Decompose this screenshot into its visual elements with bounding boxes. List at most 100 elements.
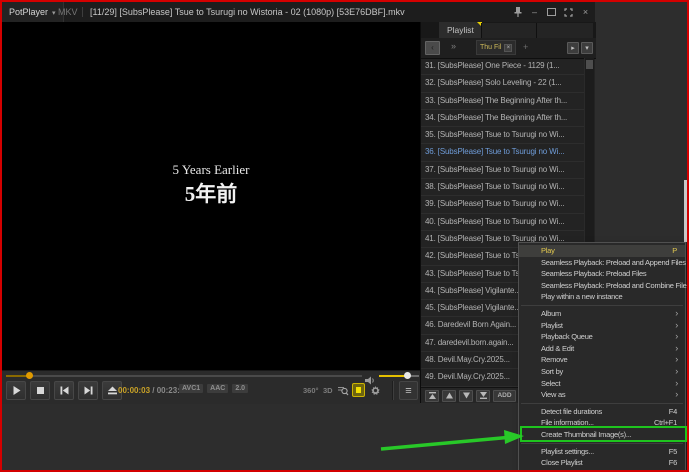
playlist-item[interactable]: 39. [SubsPlease] Tsue to Tsurugi no Wi..… — [421, 196, 584, 213]
menu-item[interactable]: Sort by — [519, 366, 685, 378]
menu-item-shortcut: F6 — [669, 457, 677, 469]
menu-item-label: Detect file durations — [541, 407, 602, 416]
playlist-dropdown-button[interactable]: ▾ — [581, 42, 593, 54]
tab-playlist[interactable]: Playlist — [439, 22, 482, 38]
eject-icon — [107, 385, 118, 396]
app-menu-button[interactable]: PotPlayer ▾ — [2, 2, 64, 22]
volume-handle[interactable] — [404, 372, 411, 379]
codec-badge: AAC — [207, 384, 228, 393]
close-tab-icon[interactable]: × — [504, 44, 512, 52]
menu-item-label: Remove — [541, 355, 567, 364]
menu-item-label: Add & Edit — [541, 344, 574, 353]
close-icon[interactable]: × — [580, 6, 591, 18]
menu-item[interactable]: View as — [519, 389, 685, 401]
video-360-button[interactable]: 360° — [303, 381, 319, 400]
menu-item-label: Seamless Playback: Preload and Combine F… — [541, 281, 689, 290]
menu-item-label: Seamless Playback: Preload Files — [541, 269, 646, 278]
menu-item[interactable]: Seamless Playback: Preload and Combine F… — [519, 280, 685, 292]
move-to-top-button[interactable] — [425, 390, 439, 402]
play-icon — [11, 385, 22, 396]
potplayer-window: PotPlayer▾ MKV [11/29] [SubsPlease] Tsue… — [2, 2, 595, 403]
add-tab-icon[interactable]: + — [523, 42, 528, 52]
menu-item[interactable]: Seamless Playback: Preload Files — [519, 268, 685, 280]
subtitle-search-button[interactable] — [337, 381, 349, 400]
menu-item-shortcut: P — [672, 245, 677, 257]
subtitle-line-en: 5 Years Earlier — [2, 162, 420, 178]
arrow-up-icon — [445, 391, 454, 400]
move-down-button[interactable] — [459, 390, 473, 402]
playlist-forward-button[interactable]: ▸ — [567, 42, 579, 54]
tab-slot-empty-2[interactable] — [536, 23, 593, 38]
menu-item[interactable]: Seamless Playback: Preload and Append Fi… — [519, 257, 685, 269]
menu-item-label: Close Playlist — [541, 458, 583, 467]
page-scrollbar-fragment[interactable] — [684, 180, 688, 242]
codec-badges: AVC1 AAC 2.0 — [179, 384, 248, 393]
menu-item-shortcut: F4 — [669, 406, 677, 418]
menu-item[interactable]: Playlist settings... F5 — [519, 446, 685, 458]
subtitle-line-jp: 5年前 — [2, 178, 420, 208]
menu-item[interactable]: Playlist — [519, 320, 685, 332]
seek-handle[interactable] — [26, 372, 33, 379]
move-up-button[interactable] — [442, 390, 456, 402]
menu-item-label: Play within a new instance — [541, 292, 622, 301]
tab-overflow-icon[interactable]: » — [451, 41, 456, 51]
control-panel-toggle[interactable] — [352, 383, 365, 397]
stop-icon — [35, 385, 46, 396]
seek-bar[interactable] — [6, 375, 362, 377]
play-button[interactable] — [6, 381, 26, 400]
scrollbar-thumb[interactable] — [586, 60, 593, 69]
menu-item[interactable]: Select — [519, 378, 685, 390]
add-button[interactable]: ADD — [493, 390, 516, 402]
playlist-item[interactable]: 36. [SubsPlease] Tsue to Tsurugi no Wi..… — [421, 144, 584, 161]
video-area[interactable]: 5 Years Earlier 5年前 — [2, 22, 420, 370]
container-format-label: MKV — [58, 2, 78, 22]
menu-separator — [521, 443, 683, 444]
menu-item[interactable]: Playback Queue — [519, 331, 685, 343]
previous-button[interactable] — [54, 381, 74, 400]
video-3d-button[interactable]: 3D — [323, 381, 333, 400]
title-bar: PotPlayer▾ MKV [11/29] [SubsPlease] Tsue… — [2, 2, 595, 22]
maximize-icon[interactable] — [546, 6, 557, 18]
stop-button[interactable] — [30, 381, 50, 400]
arrow-bottom-icon — [479, 391, 488, 400]
playlist-toolbar: ‹ » Thu Fil × + ▸ ▾ — [421, 38, 596, 59]
playlist-item[interactable]: 31. [SubsPlease] One Piece - 1129 (1... — [421, 58, 584, 75]
hamburger-menu-button[interactable]: ≡ — [399, 381, 418, 400]
magnifier-icon — [337, 385, 349, 397]
window-controls: – × — [512, 2, 591, 22]
menu-item[interactable]: Add & Edit — [519, 343, 685, 355]
menu-item[interactable]: Play P — [519, 245, 685, 257]
move-to-bottom-button[interactable] — [476, 390, 490, 402]
codec-badge: 2.0 — [232, 384, 248, 393]
next-button[interactable] — [78, 381, 98, 400]
playlist-item[interactable]: 40. [SubsPlease] Tsue to Tsurugi no Wi..… — [421, 214, 584, 231]
playlist-item[interactable]: 37. [SubsPlease] Tsue to Tsurugi no Wi..… — [421, 162, 584, 179]
playlist-item[interactable]: 32. [SubsPlease] Solo Leveling - 22 (1..… — [421, 75, 584, 92]
playlist-item[interactable]: 34. [SubsPlease] The Beginning After th.… — [421, 110, 584, 127]
menu-item[interactable]: Album — [519, 308, 685, 320]
menu-item-label: Seamless Playback: Preload and Append Fi… — [541, 258, 686, 267]
minimize-icon[interactable]: – — [529, 6, 540, 18]
playlist-back-button[interactable]: ‹ — [425, 41, 440, 55]
arrow-top-icon — [428, 391, 437, 400]
menu-item[interactable]: Remove — [519, 354, 685, 366]
menu-item[interactable]: Detect file durations F4 — [519, 406, 685, 418]
menu-item[interactable]: Close Playlist F6 — [519, 457, 685, 469]
playlist-item[interactable]: 35. [SubsPlease] Tsue to Tsurugi no Wi..… — [421, 127, 584, 144]
skip-previous-icon — [59, 385, 70, 396]
playlist-item[interactable]: 38. [SubsPlease] Tsue to Tsurugi no Wi..… — [421, 179, 584, 196]
tab-slot-empty-1[interactable] — [481, 23, 536, 38]
menu-item[interactable]: Play within a new instance — [519, 291, 685, 303]
yellow-indicator — [356, 387, 361, 393]
menu-item-label: Select — [541, 379, 560, 388]
chevron-down-icon: ▾ — [52, 10, 56, 17]
pin-icon[interactable] — [512, 6, 523, 18]
settings-button[interactable] — [369, 381, 382, 400]
playlist-file-tab[interactable]: Thu Fil × — [476, 40, 516, 55]
menu-item-shortcut: F5 — [669, 446, 677, 458]
playlist-item[interactable]: 33. [SubsPlease] The Beginning After th.… — [421, 93, 584, 110]
app-name: PotPlayer — [9, 7, 48, 17]
menu-item-label: Playback Queue — [541, 332, 593, 341]
fullscreen-icon[interactable] — [563, 6, 574, 18]
codec-badge: AVC1 — [179, 384, 203, 393]
